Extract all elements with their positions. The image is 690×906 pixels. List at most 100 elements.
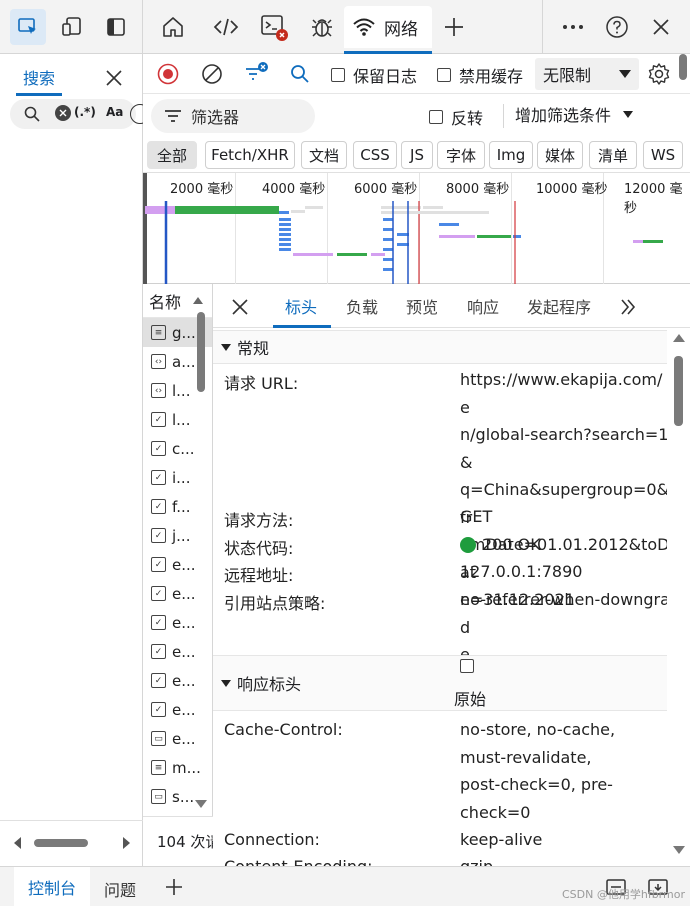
add-drawer-tab-button[interactable] <box>162 875 186 899</box>
request-row[interactable]: ✓ e... <box>143 608 212 637</box>
tab-issues-label: 问题 <box>104 881 137 900</box>
close-search-button[interactable] <box>100 64 128 92</box>
vertical-scrollbar-thumb[interactable] <box>679 54 687 80</box>
request-row[interactable]: ✓ e... <box>143 579 212 608</box>
preserve-log-checkbox[interactable]: 保留日志 <box>331 63 417 87</box>
horizontal-scrollbar-thumb[interactable] <box>34 839 88 847</box>
script-icon: ✓ <box>151 673 166 688</box>
help-button[interactable] <box>599 9 635 45</box>
tab-issues[interactable]: 问题 <box>104 877 136 901</box>
request-name: e... <box>172 729 196 748</box>
checkbox-box[interactable] <box>437 68 451 82</box>
divider <box>142 0 143 54</box>
request-row[interactable]: ✓ e... <box>143 550 212 579</box>
device-emulation-button[interactable] <box>54 9 90 45</box>
request-name: f... <box>172 497 191 516</box>
tab-payload[interactable]: 负载 <box>346 294 378 318</box>
tab-response[interactable]: 响应 <box>467 294 499 318</box>
tab-welcome[interactable] <box>155 9 191 45</box>
tab-search[interactable]: 搜索 <box>8 58 70 96</box>
request-row[interactable]: ✓ j... <box>143 521 212 550</box>
content-encoding-value: gzip <box>460 853 670 866</box>
checkbox-box[interactable] <box>331 68 345 82</box>
details-vertical-scrollbar[interactable] <box>667 328 690 866</box>
regex-toggle[interactable]: (.*) <box>74 105 96 119</box>
status-key: 状态代码: <box>224 539 294 558</box>
tab-network[interactable]: 网络 <box>344 6 432 54</box>
network-overview-timeline[interactable]: 2000 毫秒 4000 毫秒 6000 毫秒 8000 毫秒 10000 毫秒… <box>143 172 690 285</box>
request-row[interactable]: ✓ e... <box>143 695 212 724</box>
more-filters-dropdown[interactable]: 增加筛选条件 <box>515 102 634 126</box>
inspect-element-button[interactable] <box>10 9 46 45</box>
tab-elements[interactable] <box>208 9 244 45</box>
request-row[interactable]: ✓ e... <box>143 637 212 666</box>
request-row[interactable]: ✓ l... <box>143 405 212 434</box>
referrer-line: no-referrer-when-downgrad <box>460 590 670 637</box>
chip-js[interactable]: JS <box>401 141 433 169</box>
bug-icon <box>312 19 332 37</box>
customize-menu-button[interactable] <box>555 9 591 45</box>
chip-font[interactable]: 字体 <box>437 141 485 169</box>
tab-search-label: 搜索 <box>22 69 55 88</box>
record-button[interactable] <box>155 61 181 87</box>
chip-css[interactable]: CSS <box>353 141 397 169</box>
filter-toggle-button[interactable] <box>243 59 271 87</box>
clear-search-button[interactable] <box>55 105 71 121</box>
section-general-header[interactable]: 常规 <box>213 330 667 364</box>
script-icon: ✓ <box>151 499 166 514</box>
referrer-policy-key: 引用站点策略: <box>224 594 326 613</box>
clear-log-button[interactable] <box>199 61 225 87</box>
close-details-button[interactable] <box>227 294 253 320</box>
throttling-select[interactable]: 无限制 <box>535 58 639 90</box>
disable-cache-checkbox[interactable]: 禁用缓存 <box>437 63 523 87</box>
scroll-left-icon <box>14 837 21 849</box>
chip-img[interactable]: Img <box>489 141 533 169</box>
tab-preview[interactable]: 预览 <box>406 294 438 318</box>
request-row[interactable]: ✓ e... <box>143 666 212 695</box>
tab-sources[interactable] <box>304 9 340 45</box>
script-icon: ✓ <box>151 557 166 572</box>
request-name: g... <box>172 323 196 342</box>
preserve-log-label: 保留日志 <box>353 67 418 86</box>
request-row[interactable]: ✓ i... <box>143 463 212 492</box>
search-input[interactable]: (.*) Aa <box>10 99 136 129</box>
chip-all[interactable]: 全部 <box>147 141 197 169</box>
tab-headers[interactable]: 标头 <box>285 294 317 318</box>
chip-media[interactable]: 媒体 <box>537 141 583 169</box>
details-scrollbar-thumb[interactable] <box>674 356 683 426</box>
tab-console-drawer[interactable]: 控制台 <box>14 867 90 906</box>
tab-console[interactable] <box>256 9 292 45</box>
request-count-status: 104 次请 <box>143 816 213 866</box>
method-value: GET <box>460 507 493 526</box>
tab-initiator[interactable]: 发起程序 <box>527 294 591 318</box>
more-tabs-button[interactable] <box>615 294 641 320</box>
chip-manifest[interactable]: 清单 <box>589 141 637 169</box>
request-row[interactable]: ≡ m... <box>143 753 212 782</box>
chevron-down-icon <box>619 70 631 78</box>
search-network-button[interactable] <box>287 61 313 87</box>
more-tabs-button[interactable] <box>436 9 472 45</box>
search-icon <box>291 65 309 83</box>
request-row[interactable]: ✓ f... <box>143 492 212 521</box>
checkbox-box[interactable] <box>429 110 443 124</box>
network-settings-button[interactable] <box>645 60 673 88</box>
request-name: e... <box>172 700 196 719</box>
horizontal-scrollbar[interactable] <box>0 820 143 866</box>
request-list-scrollbar-thumb[interactable] <box>197 312 205 392</box>
dock-side-button[interactable] <box>98 9 134 45</box>
watermark: CSDN @他用学hfbrmor <box>562 888 685 901</box>
request-row[interactable]: ✓ c... <box>143 434 212 463</box>
invert-checkbox[interactable]: 反转 <box>429 105 483 129</box>
match-case-toggle[interactable]: Aa <box>106 105 123 119</box>
request-row[interactable]: ▭ e... <box>143 724 212 753</box>
chip-doc[interactable]: 文档 <box>301 141 347 169</box>
section-response-headers-header[interactable]: 响应标头 原始 <box>213 655 667 711</box>
plus-icon <box>445 18 463 36</box>
close-devtools-button[interactable] <box>643 9 679 45</box>
status-value: 200 OK <box>460 531 670 559</box>
request-name: e... <box>172 555 196 574</box>
filter-input[interactable]: 筛选器 <box>151 99 315 133</box>
chip-ws[interactable]: WS <box>643 141 683 169</box>
chip-fetch-xhr[interactable]: Fetch/XHR <box>205 141 295 169</box>
raw-checkbox[interactable] <box>460 659 474 673</box>
